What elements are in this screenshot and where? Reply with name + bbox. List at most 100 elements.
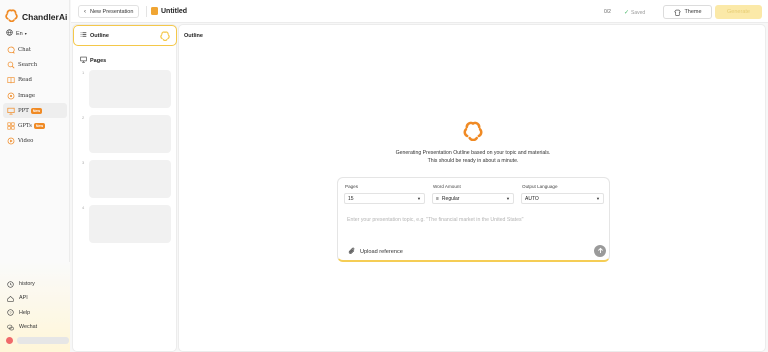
top-bar: ‹ New Presentation Untitled 0/2 ✓ Saved … [71, 0, 768, 23]
sidebar-item-image[interactable]: Image [3, 88, 67, 103]
sidebar-item-label: Video [18, 138, 34, 145]
main-title: Outline [184, 33, 203, 39]
divider [146, 6, 147, 17]
new-badge: New [30, 107, 43, 114]
output-language-label: Output Language [522, 184, 558, 189]
pages-label: Pages [345, 184, 359, 189]
sidebar-item-label: Search [18, 61, 38, 68]
sidebar-item-read[interactable]: Read [3, 73, 67, 88]
generation-counter: 0/2 [604, 9, 611, 15]
sidebar-item-label: PPT [18, 107, 29, 114]
monitor-icon [80, 56, 87, 65]
word-amount-label: Word Amount [433, 184, 461, 189]
arrow-up-icon [597, 247, 604, 256]
save-status-label: Saved [631, 9, 646, 16]
wechat-icon [6, 323, 15, 332]
globe-icon [6, 29, 13, 38]
sidebar-item-search[interactable]: Search [3, 57, 67, 72]
help-icon: ? [6, 308, 15, 317]
ppt-icon [6, 106, 15, 115]
theme-button[interactable]: Theme [663, 5, 712, 19]
image-icon [6, 91, 15, 100]
page-thumbnail[interactable] [89, 70, 171, 108]
chevron-down-icon: ▾ [24, 31, 27, 36]
sidebar-item-video[interactable]: Video [3, 134, 67, 149]
page-number: 4 [82, 205, 85, 210]
clock-icon [6, 280, 15, 289]
check-icon: ✓ [624, 10, 630, 16]
list-icon [80, 31, 87, 40]
status-line-1: Generating Presentation Outline based on… [395, 150, 551, 156]
sidebar-nav: Chat Search Read Image PPT New GPTs New … [3, 42, 67, 149]
main-panel: Outline Generating Presentation Outline … [178, 24, 766, 352]
sidebar-item-api[interactable]: API [6, 291, 66, 305]
sidebar-item-label: Read [18, 77, 32, 84]
loading-logo-icon [463, 121, 483, 143]
lines-icon: ≡ [436, 195, 439, 202]
sidebar-item-history[interactable]: history [6, 277, 66, 291]
chevron-left-icon: ‹ [84, 8, 86, 15]
new-presentation-button[interactable]: ‹ New Presentation [78, 5, 140, 18]
sidebar-item-label: API [19, 295, 28, 302]
chevron-down-icon: ▼ [596, 196, 600, 201]
outline-tab-label: Outline [90, 32, 109, 39]
page-number: 1 [82, 70, 85, 75]
sidebar-item-label: Chat [18, 46, 31, 53]
pages-value: 15 [348, 195, 354, 202]
sidebar-item-wechat[interactable]: Wechat [6, 320, 66, 334]
document-title-area[interactable]: Untitled [151, 7, 187, 15]
page-thumbnail[interactable] [89, 205, 171, 243]
svg-text:?: ? [9, 311, 11, 315]
search-icon [6, 60, 15, 69]
sidebar-item-ppt[interactable]: PPT New [3, 103, 67, 119]
palette-icon [673, 8, 682, 17]
word-amount-select[interactable]: ≡ Regular ▼ [432, 193, 514, 204]
page-thumbnail[interactable] [89, 160, 171, 198]
sidebar-item-label: Wechat [19, 324, 38, 331]
new-presentation-label: New Presentation [90, 8, 134, 15]
sidebar-item-help[interactable]: ? Help [6, 306, 66, 320]
page-thumbnail[interactable] [89, 115, 171, 153]
outline-tab[interactable]: Outline [73, 25, 177, 46]
generate-label: Generate [727, 9, 750, 15]
chandlerai-logo-icon [5, 9, 18, 24]
user-name-placeholder [17, 337, 69, 344]
upload-reference-button[interactable]: Upload reference [348, 247, 403, 257]
upload-reference-label: Upload reference [360, 249, 403, 255]
pages-select[interactable]: 15 ▼ [344, 193, 425, 204]
brand-name: ChandlerAi [22, 11, 68, 22]
sidebar-item-label: Help [19, 309, 31, 316]
output-language-select[interactable]: AUTO ▼ [521, 193, 604, 204]
generate-button[interactable]: Generate [715, 5, 762, 19]
chevron-down-icon: ▼ [506, 196, 510, 201]
sidebar-item-chat[interactable]: Chat [3, 42, 67, 57]
document-icon [151, 7, 158, 15]
sidebar-item-label: GPTs [18, 123, 32, 130]
submit-button[interactable] [594, 245, 606, 257]
theme-label: Theme [684, 9, 702, 15]
gpts-icon [6, 122, 15, 131]
chevron-down-icon: ▼ [417, 196, 421, 201]
avatar [6, 337, 13, 344]
new-badge: New [33, 123, 46, 130]
chat-icon [6, 45, 15, 54]
topic-input[interactable]: Enter your presentation topic, e.g. "The… [347, 217, 523, 223]
word-amount-value: Regular [441, 195, 460, 202]
user-profile[interactable] [6, 337, 69, 344]
sidebar-bottom-nav: history API ? Help Wechat [6, 277, 66, 334]
loading-spinner-icon [160, 31, 170, 43]
status-line-2: This should be ready in about a minute. [427, 158, 519, 164]
paperclip-icon [348, 247, 356, 257]
book-icon [6, 76, 15, 85]
page-number: 2 [82, 115, 85, 120]
language-label: En [16, 30, 23, 37]
pages-panel: Outline Pages 1 2 3 4 [72, 24, 177, 352]
api-icon [6, 294, 15, 303]
document-title: Untitled [161, 7, 188, 15]
sidebar-item-label: Image [18, 92, 36, 99]
brand[interactable]: ChandlerAi [5, 9, 67, 24]
video-icon [6, 137, 15, 146]
sidebar-item-gpts[interactable]: GPTs New [3, 118, 67, 133]
presentation-form: Pages 15 ▼ Word Amount ≡ Regular ▼ Outpu… [337, 177, 610, 262]
language-selector[interactable]: En ▾ [6, 29, 27, 38]
